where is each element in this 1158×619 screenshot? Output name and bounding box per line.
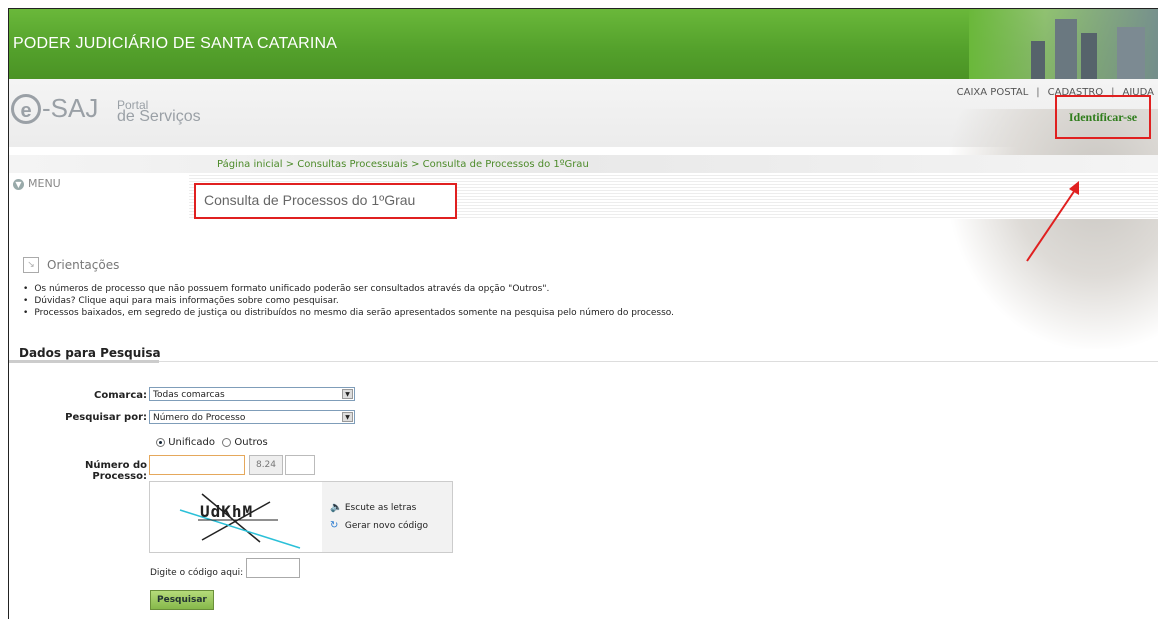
- speaker-icon: 🔈: [330, 502, 343, 513]
- breadcrumb-bar: Página inicial > Consultas Processuais >…: [9, 155, 1158, 173]
- esaj-logo[interactable]: e -SAJ Portal de Serviços: [11, 93, 201, 125]
- pesquisar-label: Pesquisar por:: [65, 412, 147, 423]
- identify-link[interactable]: Identificar-se: [1055, 95, 1151, 139]
- logo-name: -SAJ: [42, 93, 99, 123]
- radio-outros[interactable]: [222, 437, 232, 447]
- logo-portal-line2: de Serviços: [117, 108, 201, 125]
- captcha-text: UdKhM: [200, 502, 254, 521]
- page-title-highlight: Consulta de Processos do 1ºGrau: [194, 183, 457, 219]
- code-label: Digite o código aqui:: [150, 568, 244, 578]
- menu-toggle[interactable]: ▼ MENU: [9, 173, 189, 199]
- logo-mark: e: [11, 93, 41, 124]
- process-number-input[interactable]: [149, 455, 245, 475]
- section-divider: [9, 361, 1158, 362]
- captcha-box: UdKhM 🔈 Escute as letras ↻ Gerar novo có…: [149, 481, 453, 553]
- format-radio-group: Unificado Outros: [156, 437, 268, 448]
- listen-letters-link[interactable]: 🔈 Escute as letras: [330, 502, 416, 513]
- list-item: Processos baixados, em segredo de justiç…: [23, 307, 674, 319]
- radio-unificado[interactable]: [156, 437, 165, 447]
- new-code-link[interactable]: ↻ Gerar novo código: [330, 520, 428, 531]
- radio-unificado-label: Unificado: [168, 437, 216, 448]
- header-title: PODER JUDICIÁRIO DE SANTA CATARINA: [13, 35, 338, 52]
- numero-label: Número do Processo:: [84, 460, 147, 482]
- skyline-image: [969, 9, 1158, 79]
- chevron-down-icon: ▼: [13, 179, 24, 190]
- section-title: Dados para Pesquisa: [19, 346, 161, 360]
- header-bar: PODER JUDICIÁRIO DE SANTA CATARINA: [9, 9, 1158, 79]
- chevron-down-icon: ▼: [342, 389, 353, 399]
- radio-outros-label: Outros: [234, 437, 268, 448]
- guidance-icon: ↘: [23, 257, 39, 273]
- browser-page: PODER JUDICIÁRIO DE SANTA CATARINA e -SAJ…: [8, 8, 1158, 619]
- process-suffix-field: 8.24: [249, 455, 283, 475]
- section-underline: [9, 360, 159, 363]
- page-title: Consulta de Processos do 1ºGrau: [204, 192, 416, 208]
- orientacoes-list: Os números de processo que não possuem f…: [23, 283, 674, 319]
- process-origin-input[interactable]: [285, 455, 315, 475]
- chevron-down-icon: ▼: [342, 412, 353, 422]
- logo-portal-text: Portal de Serviços: [117, 99, 207, 125]
- menu-label: MENU: [28, 177, 61, 190]
- captcha-image: UdKhM: [150, 482, 322, 552]
- list-item: Os números de processo que não possuem f…: [23, 283, 674, 295]
- comarca-value: Todas comarcas: [153, 390, 225, 400]
- orientacoes-title: Orientações: [47, 258, 120, 272]
- new-code-label: Gerar novo código: [344, 521, 428, 531]
- comarca-label: Comarca:: [94, 390, 147, 401]
- listen-label: Escute as letras: [344, 503, 417, 513]
- captcha-code-input[interactable]: [246, 558, 300, 578]
- refresh-icon: ↻: [330, 520, 339, 531]
- link-caixa-postal[interactable]: CAIXA POSTAL: [957, 87, 1029, 98]
- list-item[interactable]: Dúvidas? Clique aqui para mais informaçõ…: [23, 295, 674, 307]
- pesquisar-select[interactable]: Número do Processo ▼: [149, 410, 355, 424]
- red-arrow-annotation: [1026, 181, 1079, 262]
- breadcrumb[interactable]: Página inicial > Consultas Processuais >…: [217, 159, 589, 170]
- pesquisar-value: Número do Processo: [153, 413, 246, 423]
- comarca-select[interactable]: Todas comarcas ▼: [149, 387, 355, 401]
- search-button[interactable]: Pesquisar: [150, 590, 214, 610]
